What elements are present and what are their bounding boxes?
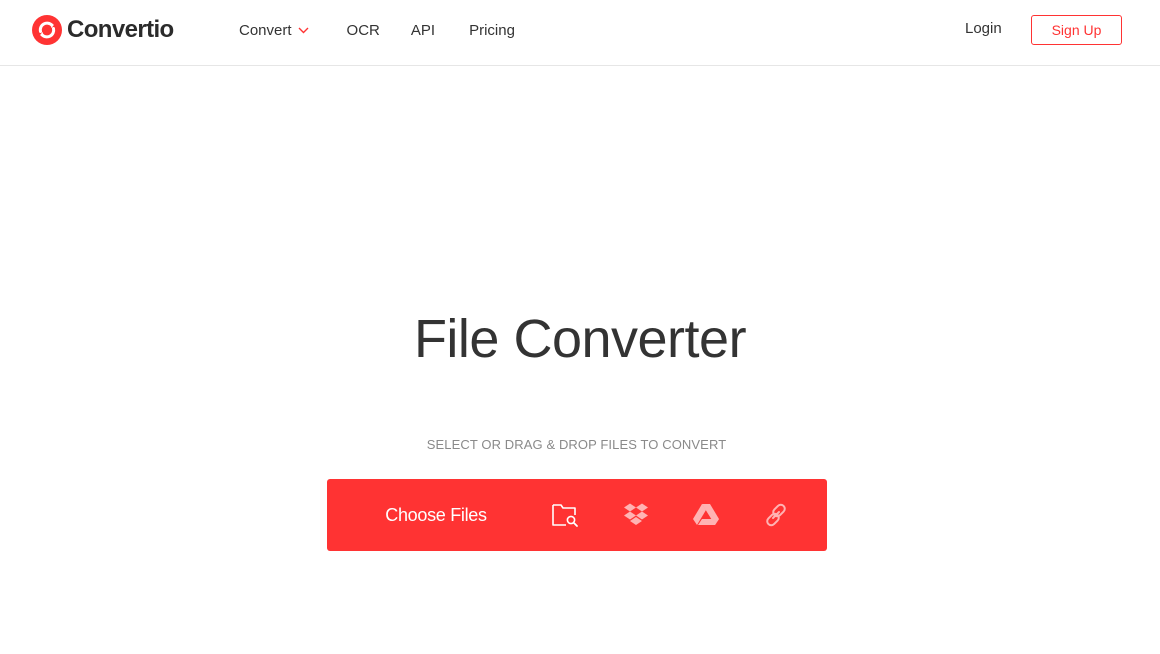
from-dropbox-button[interactable] bbox=[618, 497, 654, 533]
from-google-drive-button[interactable] bbox=[688, 497, 724, 533]
nav-convert[interactable]: Convert bbox=[239, 22, 309, 39]
nav-ocr[interactable]: OCR bbox=[347, 22, 380, 39]
logo[interactable]: Convertio bbox=[32, 14, 174, 46]
nav-convert-label: Convert bbox=[239, 21, 292, 39]
dropbox-icon bbox=[624, 503, 648, 525]
google-drive-icon bbox=[693, 504, 719, 525]
main-nav: Convert OCR API Pricing bbox=[239, 0, 555, 60]
chevron-down-icon bbox=[298, 27, 309, 33]
nav-api[interactable]: API bbox=[411, 22, 435, 39]
link-icon bbox=[766, 503, 786, 527]
from-computer-button[interactable] bbox=[547, 497, 583, 533]
folder-search-icon bbox=[552, 504, 578, 527]
login-link[interactable]: Login bbox=[965, 20, 1002, 37]
site-header: Convertio Convert OCR API Pricing Login … bbox=[0, 0, 1160, 66]
signup-button[interactable]: Sign Up bbox=[1031, 15, 1122, 45]
convertio-logo-icon bbox=[32, 15, 62, 45]
choose-files-button[interactable]: Choose Files bbox=[327, 479, 545, 551]
upload-hint: SELECT OR DRAG & DROP FILES TO CONVERT bbox=[426, 437, 727, 452]
page-title: File Converter bbox=[413, 309, 747, 369]
logo-text: Convertio bbox=[67, 16, 174, 43]
upload-bar: Choose Files bbox=[327, 479, 827, 551]
from-url-button[interactable] bbox=[758, 497, 794, 533]
nav-pricing[interactable]: Pricing bbox=[469, 22, 515, 39]
